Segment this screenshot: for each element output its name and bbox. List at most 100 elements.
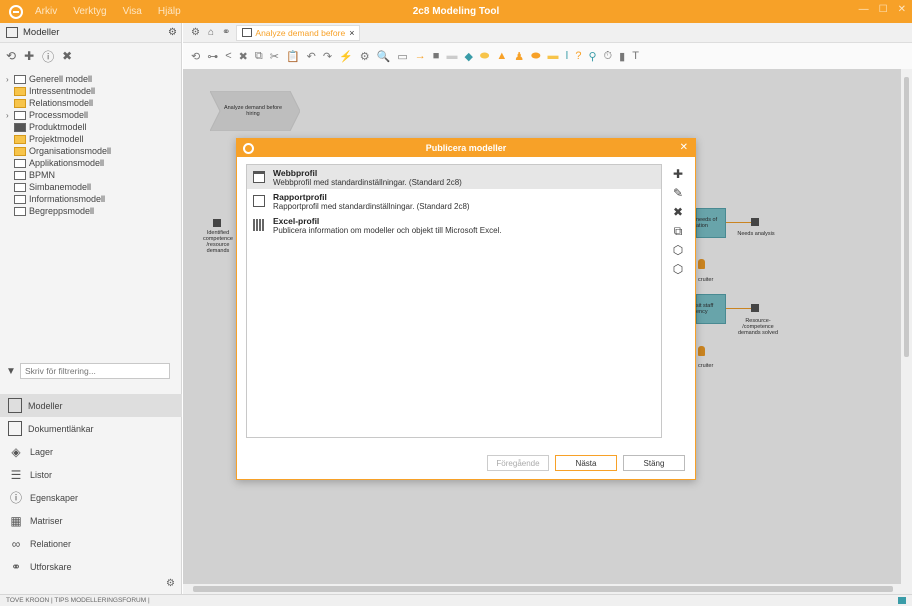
- menu-verktyg[interactable]: Verktyg: [73, 6, 106, 17]
- tree-item[interactable]: Informationsmodell: [6, 193, 181, 205]
- rectangle-shape-icon[interactable]: ▬: [547, 50, 558, 62]
- nav-item-relationer[interactable]: ∞ Relationer: [0, 532, 182, 555]
- profile-name: Excel-profil: [273, 216, 320, 226]
- nav-item-listor[interactable]: ☰ Listor: [0, 463, 182, 486]
- model-icon: [14, 86, 26, 96]
- model-icon: [14, 182, 26, 192]
- grid-icon[interactable]: [898, 597, 906, 604]
- refresh-icon[interactable]: ⟲: [6, 49, 16, 63]
- menu-arkiv[interactable]: Arkiv: [35, 6, 57, 17]
- tree-item[interactable]: BPMN: [6, 169, 181, 181]
- cloud-shape-icon[interactable]: ⬬: [531, 50, 540, 63]
- nav-item-egenskaper[interactable]: ⓘ Egenskaper: [0, 486, 182, 509]
- copy-icon[interactable]: ⧉: [255, 50, 263, 63]
- delete-icon[interactable]: ✖: [62, 49, 72, 63]
- delete-profile-icon[interactable]: ✖: [670, 205, 686, 221]
- tree-item[interactable]: › Generell modell: [6, 73, 181, 85]
- copy-profile-icon[interactable]: ⧉: [670, 224, 686, 240]
- connect-icon[interactable]: ⊶: [207, 50, 218, 63]
- clock-icon[interactable]: ⏱: [604, 50, 613, 63]
- text-icon[interactable]: T: [632, 50, 639, 62]
- bar-shape-icon[interactable]: ǀ: [565, 50, 568, 62]
- refresh-icon[interactable]: ⟲: [191, 50, 200, 63]
- question-icon[interactable]: ?: [575, 50, 581, 62]
- scroll-thumb[interactable]: [193, 586, 893, 592]
- ellipse-shape-icon[interactable]: ⬬: [480, 50, 489, 63]
- tree-item[interactable]: Intressentmodell: [6, 85, 181, 97]
- next-button[interactable]: Nästa: [555, 455, 617, 471]
- delete-icon[interactable]: ✖: [239, 50, 248, 63]
- process-shape-icon[interactable]: ▬: [446, 50, 457, 62]
- tree-item[interactable]: Applikationsmodell: [6, 157, 181, 169]
- info-icon[interactable]: ⓘ: [42, 48, 54, 65]
- profile-actions: ✚ ✎ ✖ ⧉ ⬡ ⬡: [670, 167, 686, 281]
- share-icon[interactable]: <: [225, 50, 231, 62]
- document-shape-icon[interactable]: ▮: [619, 50, 625, 63]
- maximize-icon[interactable]: ☐: [879, 4, 888, 15]
- window-controls: — ☐ ✕: [849, 4, 906, 15]
- matrix-icon: ▦: [10, 513, 22, 528]
- gear-icon[interactable]: ⚙: [191, 27, 200, 38]
- tree-item[interactable]: Begreppsmodell: [6, 205, 181, 217]
- tab-analyze-demand[interactable]: Analyze demand before ×: [236, 24, 361, 41]
- person-icon[interactable]: ♟: [514, 50, 524, 63]
- redo-icon[interactable]: ↷: [323, 50, 332, 63]
- close-window-icon[interactable]: ✕: [898, 4, 906, 15]
- profile-item-webbprofil[interactable]: Webbprofil Webbprofil med standardinstäl…: [247, 165, 661, 189]
- nav-item-dokumentlankar[interactable]: Dokumentlänkar: [0, 417, 182, 440]
- zoom-icon[interactable]: 🔍: [377, 50, 391, 63]
- model-icon: [14, 170, 26, 180]
- square-shape-icon[interactable]: ■: [433, 50, 440, 62]
- tree-item[interactable]: › Processmodell: [6, 109, 181, 121]
- home-icon[interactable]: ⌂: [208, 27, 214, 38]
- profile-item-excel[interactable]: Excel-profil Publicera information om mo…: [247, 213, 661, 237]
- nav-item-utforskare[interactable]: ⚭ Utforskare: [0, 555, 182, 578]
- nav-item-lager[interactable]: ◈ Lager: [0, 440, 182, 463]
- minimize-icon[interactable]: —: [859, 4, 869, 15]
- expand-icon[interactable]: ›: [6, 75, 14, 84]
- scroll-thumb[interactable]: [904, 77, 909, 357]
- paste-icon[interactable]: 📋: [286, 50, 300, 63]
- menu-visa[interactable]: Visa: [123, 6, 142, 17]
- expand-icon[interactable]: ›: [6, 111, 14, 120]
- tree-item[interactable]: Projektmodell: [6, 133, 181, 145]
- import-profile-icon[interactable]: ⬡: [670, 243, 686, 259]
- lightning-icon[interactable]: ⚡: [339, 50, 353, 63]
- add-icon[interactable]: ✚: [24, 49, 34, 63]
- web-profile-icon: [253, 171, 265, 183]
- pin-icon[interactable]: ⚲: [588, 50, 596, 63]
- gear-icon[interactable]: ⚙: [168, 27, 177, 38]
- filter-input[interactable]: [20, 363, 170, 379]
- close-tab-icon[interactable]: ×: [349, 28, 354, 38]
- vertical-scrollbar[interactable]: [901, 69, 912, 584]
- settings-icon[interactable]: ⚙: [360, 50, 370, 63]
- publish-dialog: Publicera modeller ✕ Webbprofil Webbprof…: [236, 138, 696, 480]
- export-profile-icon[interactable]: ⬡: [670, 262, 686, 278]
- edit-profile-icon[interactable]: ✎: [670, 186, 686, 202]
- horizontal-scrollbar[interactable]: [183, 584, 912, 594]
- tree-item[interactable]: Relationsmodell: [6, 97, 181, 109]
- close-dialog-icon[interactable]: ✕: [680, 142, 688, 153]
- nav-item-modeller[interactable]: Modeller: [0, 394, 182, 417]
- editor-tabs: ⚙ ⌂ ⚭ Analyze demand before ×: [183, 23, 912, 43]
- previous-button[interactable]: Föregående: [487, 455, 549, 471]
- arrow-icon[interactable]: →: [415, 50, 426, 62]
- tree-item[interactable]: Organisationsmodell: [6, 145, 181, 157]
- tree-item[interactable]: Produktmodell: [6, 121, 181, 133]
- nav-item-matriser[interactable]: ▦ Matriser: [0, 509, 182, 532]
- close-button[interactable]: Stäng: [623, 455, 685, 471]
- diamond-shape-icon[interactable]: ◆: [464, 50, 472, 63]
- document-icon: [242, 28, 253, 37]
- undo-icon[interactable]: ↶: [307, 50, 316, 63]
- gear-icon[interactable]: ⚙: [166, 578, 175, 589]
- frame-icon[interactable]: ▭: [397, 50, 407, 63]
- menu-bar: Arkiv Verktyg Visa Hjälp: [35, 6, 197, 17]
- add-profile-icon[interactable]: ✚: [670, 167, 686, 183]
- menu-hjalp[interactable]: Hjälp: [158, 6, 181, 17]
- cut-icon[interactable]: ✂: [270, 50, 279, 63]
- profile-item-rapportprofil[interactable]: Rapportprofil Rapportprofil med standard…: [247, 189, 661, 213]
- binoculars-icon[interactable]: ⚭: [222, 27, 230, 38]
- tree-item[interactable]: Simbanemodell: [6, 181, 181, 193]
- role-shape-icon[interactable]: ▲: [496, 50, 507, 62]
- left-panel: Modeller ⚙ ⟲ ✚ ⓘ ✖ › Generell modell Intr…: [0, 23, 182, 594]
